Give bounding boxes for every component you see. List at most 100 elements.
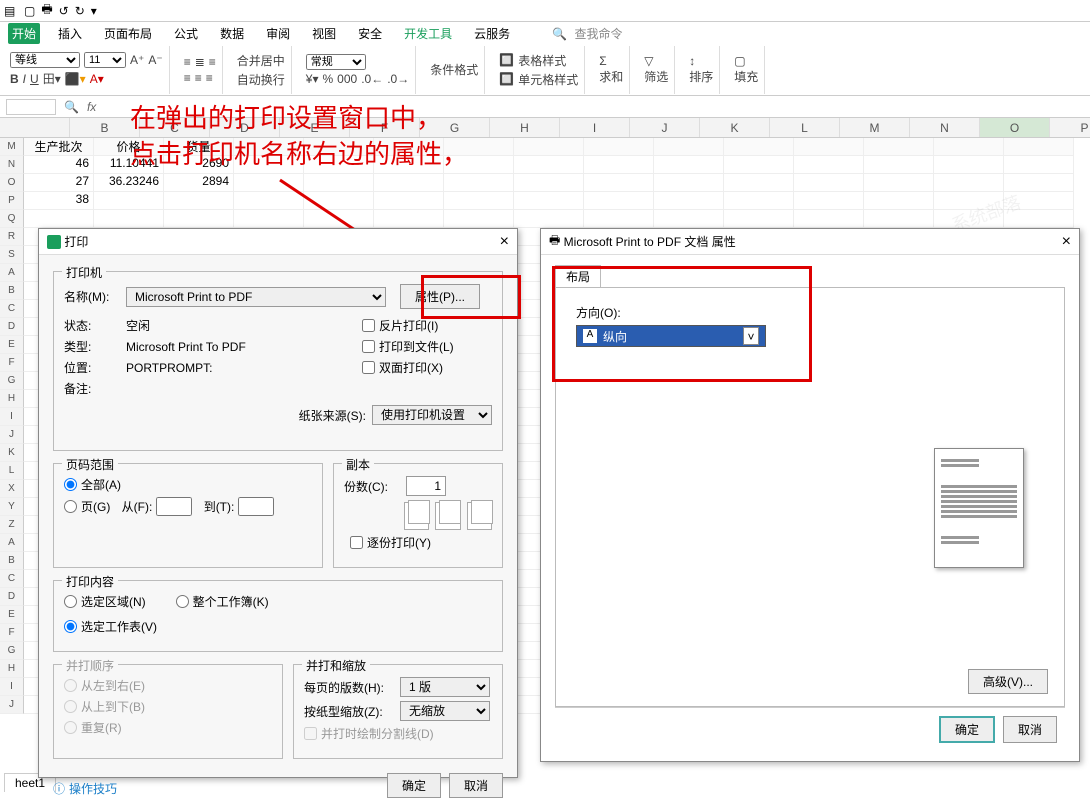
row-header[interactable]: S	[0, 246, 24, 264]
tab-formula[interactable]: 公式	[170, 23, 202, 44]
row-header[interactable]: X	[0, 480, 24, 498]
qat-icon[interactable]: 🖶	[41, 0, 52, 21]
align-icon[interactable]: ≡	[195, 71, 202, 85]
cell[interactable]	[1004, 138, 1074, 156]
col-header[interactable]: M	[840, 118, 910, 137]
cell[interactable]	[654, 174, 724, 192]
cell[interactable]	[584, 174, 654, 192]
row-header[interactable]: D	[0, 318, 24, 336]
row-header[interactable]: F	[0, 354, 24, 372]
col-header[interactable]: I	[560, 118, 630, 137]
cell[interactable]	[514, 138, 584, 156]
cell[interactable]	[1004, 156, 1074, 174]
sum-button[interactable]: Σ求和	[599, 54, 623, 85]
row-header[interactable]: N	[0, 156, 24, 174]
row-header[interactable]: J	[0, 696, 24, 714]
cell[interactable]	[724, 192, 794, 210]
to-file-checkbox[interactable]	[362, 340, 375, 353]
cell[interactable]: 46	[24, 156, 94, 174]
currency-icon[interactable]: ¥▾	[306, 72, 319, 86]
col-header[interactable]: N	[910, 118, 980, 137]
cell[interactable]: 27	[24, 174, 94, 192]
tab-dev[interactable]: 开发工具	[400, 23, 456, 44]
cell[interactable]	[1004, 174, 1074, 192]
printer-name-select[interactable]: Microsoft Print to PDF	[126, 287, 386, 307]
cell[interactable]	[164, 210, 234, 228]
row-header[interactable]: B	[0, 282, 24, 300]
font-color-icon[interactable]: A▾	[90, 72, 104, 86]
all-radio[interactable]	[64, 478, 77, 491]
cell[interactable]	[1004, 192, 1074, 210]
underline-icon[interactable]: U	[30, 72, 39, 86]
orient-select[interactable]: A 纵向 ˅	[576, 325, 766, 347]
col-header[interactable]: K	[700, 118, 770, 137]
cell[interactable]: 生产批次	[24, 138, 94, 156]
pages-per-select[interactable]: 1 版	[400, 677, 490, 697]
tab-review[interactable]: 审阅	[262, 23, 294, 44]
row-header[interactable]: H	[0, 390, 24, 408]
chevron-down-icon[interactable]: ˅	[743, 327, 759, 345]
cell[interactable]	[724, 156, 794, 174]
border-icon[interactable]: 田▾	[43, 70, 61, 87]
row-header[interactable]: C	[0, 570, 24, 588]
ok-button[interactable]: 确定	[939, 716, 995, 743]
row-header[interactable]: I	[0, 408, 24, 426]
cell[interactable]	[304, 210, 374, 228]
cell[interactable]	[514, 210, 584, 228]
cell[interactable]	[794, 156, 864, 174]
cell[interactable]	[864, 156, 934, 174]
col-header[interactable]: H	[490, 118, 560, 137]
row-header[interactable]: G	[0, 372, 24, 390]
inc-decimal-icon[interactable]: .0←	[361, 72, 383, 86]
cell[interactable]	[654, 210, 724, 228]
font-size[interactable]: 11	[84, 52, 126, 68]
advanced-button[interactable]: 高级(V)...	[968, 669, 1048, 694]
sel-area-radio[interactable]	[64, 595, 77, 608]
merge-button[interactable]: 合并居中	[237, 52, 285, 69]
row-header[interactable]: R	[0, 228, 24, 246]
cell[interactable]	[374, 192, 444, 210]
align-icon[interactable]: ≡	[209, 55, 216, 69]
cell[interactable]	[94, 192, 164, 210]
row-header[interactable]: F	[0, 624, 24, 642]
tab-layout[interactable]: 页面布局	[100, 23, 156, 44]
cell[interactable]	[444, 192, 514, 210]
scale-to-select[interactable]: 无缩放	[400, 701, 490, 721]
qat-icon[interactable]: ▢	[24, 4, 35, 18]
cell[interactable]	[374, 210, 444, 228]
cell[interactable]	[304, 192, 374, 210]
cond-fmt-button[interactable]: 条件格式	[430, 61, 478, 78]
paper-source-select[interactable]: 使用打印机设置	[372, 405, 492, 425]
collate-checkbox[interactable]	[350, 536, 363, 549]
row-header[interactable]: P	[0, 192, 24, 210]
row-header[interactable]: K	[0, 444, 24, 462]
quick-access-toolbar[interactable]: ▤ ▢ 🖶 ↺ ↻ ▾	[0, 0, 1090, 22]
tips-link[interactable]: ⓘ 操作技巧	[53, 780, 117, 797]
cell[interactable]	[654, 192, 724, 210]
properties-button[interactable]: 属性(P)...	[400, 284, 480, 309]
close-icon[interactable]: ×	[1062, 233, 1071, 251]
row-header[interactable]: M	[0, 138, 24, 156]
row-header[interactable]: Q	[0, 210, 24, 228]
qat-dropdown[interactable]: ▾	[91, 4, 97, 18]
col-header[interactable]: O	[980, 118, 1050, 137]
cell[interactable]	[164, 192, 234, 210]
row-header[interactable]: A	[0, 264, 24, 282]
row-header[interactable]: G	[0, 642, 24, 660]
cell[interactable]	[934, 192, 1004, 210]
tab-data[interactable]: 数据	[216, 23, 248, 44]
tab-view[interactable]: 视图	[308, 23, 340, 44]
row-header[interactable]: C	[0, 300, 24, 318]
to-input[interactable]	[238, 497, 274, 516]
cell[interactable]	[514, 192, 584, 210]
cell[interactable]: 38	[24, 192, 94, 210]
tab-layout[interactable]: 布局	[555, 265, 601, 287]
cell[interactable]	[24, 210, 94, 228]
row-header[interactable]: H	[0, 660, 24, 678]
cell[interactable]	[724, 174, 794, 192]
cell[interactable]	[514, 156, 584, 174]
row-header[interactable]: E	[0, 606, 24, 624]
cell[interactable]	[584, 156, 654, 174]
table-style-button[interactable]: 表格样式	[518, 52, 566, 69]
col-header[interactable]: L	[770, 118, 840, 137]
